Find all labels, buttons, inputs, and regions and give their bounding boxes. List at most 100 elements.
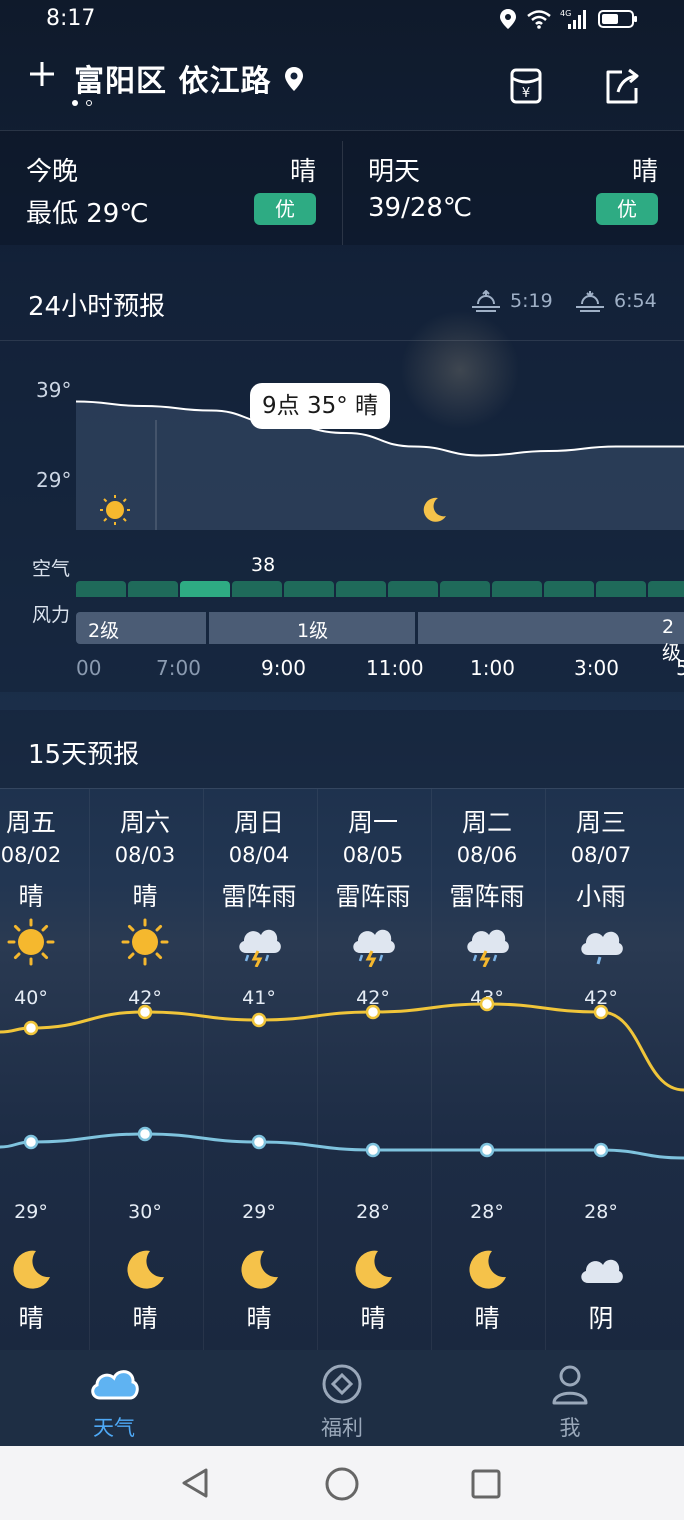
air-quality-bar [388,581,438,597]
high-temp-point [251,1012,267,1028]
sun-icon [7,918,55,966]
add-city-icon[interactable] [28,60,56,88]
high-temp-point [479,996,495,1012]
daily-title: 15天预报 [28,740,140,770]
night-condition: 晴 [246,1304,272,1333]
day-date: 08/03 [114,843,176,867]
low-temp-point [593,1142,609,1158]
day-date: 08/04 [228,843,290,867]
tomorrow-label: 明天 [368,157,421,187]
tomorrow-temp: 39/28℃ [368,193,473,223]
low-temp-points [23,1126,609,1158]
day-condition: 雷阵雨 [449,882,525,911]
hour-label: 3:00 [574,656,619,680]
hour-label: 7:00 [156,656,201,680]
hour-label: 1:00 [470,656,515,680]
recents-icon[interactable] [470,1468,502,1500]
red-envelope-icon[interactable]: ¥ [506,66,546,106]
hourly-title: 24小时预报 [28,292,166,322]
day-condition: 晴 [18,882,44,911]
sunrise-info: 5:19 [470,290,553,312]
day-condition: 小雨 [575,882,626,911]
tonight-label: 今晚 [26,157,79,187]
location-title[interactable]: 富阳区 依江路 [74,56,271,100]
share-icon[interactable] [602,66,642,106]
status-icons: 4G [498,8,638,30]
day-low-temp: 28° [356,1201,390,1223]
low-temp-point [137,1126,153,1142]
hour-label: 11:00 [366,656,424,680]
tomorrow-condition: 晴 [631,157,658,187]
system-nav-bar [0,1446,684,1520]
day-weekday: 周五 [5,808,56,837]
page-dot-active [72,100,78,106]
page-dot [86,100,92,106]
tonight-aqi-badge: 优 [254,193,316,225]
day-low-temp: 29° [242,1201,276,1223]
nav-weather[interactable]: 天气 [34,1362,194,1442]
day-weekday: 周日 [233,808,284,837]
location-status-icon [500,9,516,29]
tonight-condition: 晴 [289,157,316,187]
air-value: 38 [251,554,276,576]
tomorrow-aqi-badge: 优 [596,193,658,225]
night-condition: 阴 [588,1304,614,1333]
high-temp-line [0,1002,684,1092]
sunrise-icon [472,290,500,312]
day-date: 08/07 [570,843,632,867]
bottom-nav: 天气 福利 我 [0,1350,684,1446]
air-quality-bar [180,581,230,597]
low-temp-point [23,1134,39,1150]
hour-label: 5 [676,656,684,680]
wifi-icon [527,10,551,29]
weather-app: 8:17 4G 富阳区 依江路 ¥ 今晚 晴 最低 29℃ 优 明天 晴 39/… [0,0,684,1520]
wind-segment: 2级 [76,612,206,644]
night-condition: 晴 [474,1304,500,1333]
night-condition: 晴 [132,1304,158,1333]
day-condition: 雷阵雨 [221,882,297,911]
hourly-temp-chart [75,400,684,530]
hour-label: 9:00 [261,656,306,680]
today-cards: 今晚 晴 最低 29℃ 优 明天 晴 39/28℃ 优 [0,131,684,245]
thunderstorm-icon [467,929,509,967]
night-condition: 晴 [360,1304,386,1333]
air-quality-bar [440,581,490,597]
thunderstorm-icon [239,929,281,967]
wind-segment-label: 1级 [297,620,329,642]
low-temp-line [0,1132,684,1160]
nav-weather-label: 天气 [93,1416,135,1440]
day-date: 08/06 [456,843,518,867]
location-pin-icon [285,67,303,91]
day-weekday: 周一 [347,808,398,837]
tonight-card[interactable]: 今晚 晴 最低 29℃ 优 [0,131,342,245]
moon-icon [13,1250,50,1289]
day-date: 08/02 [0,843,62,867]
high-temp-point [365,1004,381,1020]
cloud-icon [91,1370,139,1400]
wind-segment-label: 2级 [88,620,120,642]
tomorrow-card[interactable]: 明天 晴 39/28℃ 优 [342,131,684,245]
back-icon[interactable] [178,1466,212,1500]
day-weekday: 周三 [575,808,626,837]
wind-label: 风力 [32,604,71,626]
battery-icon [598,10,637,28]
air-quality-bar [648,581,684,597]
night-condition: 晴 [18,1304,44,1333]
moon-icon [469,1250,506,1289]
sunset-info: 6:54 [574,290,657,312]
wind-segment: 1级 [209,612,415,644]
air-quality-bar [232,581,282,597]
air-quality-bars [76,581,684,597]
air-quality-bar [492,581,542,597]
day-condition: 晴 [132,882,158,911]
home-icon[interactable] [324,1466,360,1502]
moon-icon [127,1250,164,1289]
sunset-icon [576,291,604,312]
signal-icon: 4G [560,9,586,29]
nav-welfare[interactable]: 福利 [262,1362,422,1442]
day-low-temp: 28° [470,1201,504,1223]
nav-me[interactable]: 我 [490,1362,650,1442]
day-low-temp: 29° [14,1201,48,1223]
page-indicator [72,100,92,106]
air-quality-bar [544,581,594,597]
